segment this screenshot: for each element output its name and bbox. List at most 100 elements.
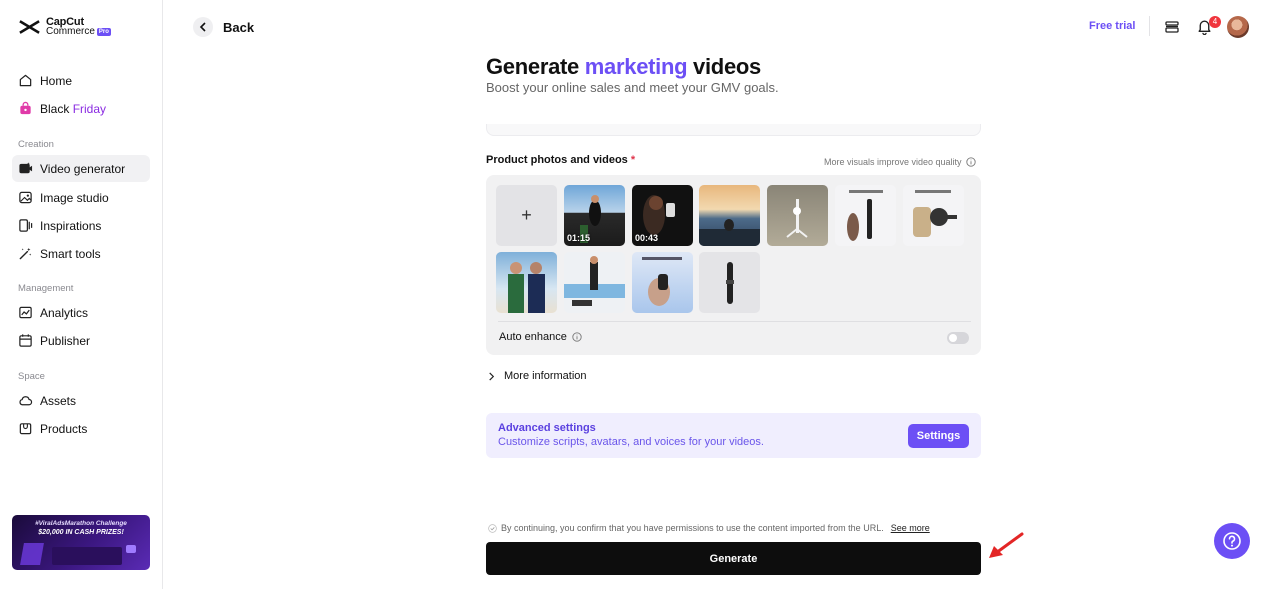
cloud-icon (19, 396, 33, 406)
analytics-icon (19, 306, 32, 319)
help-button[interactable] (1214, 523, 1250, 559)
sidebar-item-label: Black (40, 101, 73, 116)
product-media-label: Product photos and videos * (486, 154, 635, 166)
thumbnail-image (508, 262, 545, 313)
sidebar-item-label: Inspirations (40, 218, 102, 233)
image-icon (19, 191, 32, 204)
section-label-management: Management (18, 283, 74, 294)
sidebar-item-publisher[interactable]: Publisher (12, 327, 150, 354)
sidebar-item-inspirations[interactable]: Inspirations (12, 212, 150, 239)
sidebar-item-label-accent: Friday (72, 101, 107, 116)
pro-badge: Pro (96, 28, 111, 36)
sidebar-item-label: Analytics (40, 305, 89, 320)
sidebar-item-analytics[interactable]: Analytics (12, 299, 150, 326)
media-tile-image[interactable] (835, 185, 896, 246)
promo-line1: #ViralAdsMarathon Challenge (35, 520, 127, 527)
see-more-link[interactable]: See more (891, 523, 930, 533)
thumbnail-image (726, 262, 734, 304)
section-label-space: Space (18, 371, 45, 382)
products-icon (19, 423, 32, 435)
thumbnail-image (699, 219, 760, 246)
free-trial-link[interactable]: Free trial (1089, 20, 1135, 32)
settings-button[interactable]: Settings (908, 424, 969, 448)
consent-text: By continuing, you confirm that you have… (501, 523, 884, 533)
media-tile-image[interactable] (903, 185, 964, 246)
chevron-right-icon (489, 371, 495, 381)
magic-wand-icon (19, 247, 32, 260)
promo-decoration (20, 543, 44, 565)
inspirations-icon (19, 219, 33, 232)
media-tile-image[interactable] (699, 252, 760, 313)
thumbnail-image (786, 199, 808, 238)
thumbnail-image (642, 257, 682, 306)
chevron-left-icon (193, 17, 213, 37)
media-tile-image[interactable] (496, 252, 557, 313)
page-title: Generate marketing videos (486, 54, 761, 80)
title-part: videos (687, 54, 761, 79)
sidebar-item-products[interactable]: Products (12, 415, 150, 442)
scrolled-field-edge (486, 124, 981, 136)
quality-hint: More visuals improve video quality (824, 157, 976, 167)
back-label: Back (223, 19, 255, 35)
media-tile-video[interactable]: 00:43 (632, 185, 693, 246)
more-information-toggle[interactable]: More information (487, 370, 587, 382)
hint-text: More visuals improve video quality (824, 157, 962, 167)
label-text: Product photos and videos (486, 154, 628, 166)
sidebar-item-label: Image studio (40, 190, 109, 205)
media-tile-image[interactable] (632, 252, 693, 313)
sidebar-item-label: Publisher (40, 333, 91, 348)
brand-subname: Commerce (46, 26, 95, 37)
sidebar-item-label: Products (40, 421, 88, 436)
promo-banner[interactable]: #ViralAdsMarathon Challenge $20,000 IN C… (12, 515, 150, 570)
media-tile-image[interactable] (699, 185, 760, 246)
home-icon (19, 74, 32, 87)
promo-decoration (52, 547, 122, 565)
sidebar-item-black-friday[interactable]: Black Friday (12, 95, 150, 122)
media-tile-video[interactable]: 01:15 (564, 185, 625, 246)
media-tile-image[interactable] (767, 185, 828, 246)
title-part: Generate (486, 54, 585, 79)
thumbnail-image (564, 256, 625, 306)
avatar[interactable] (1227, 16, 1249, 38)
sidebar-item-image-studio[interactable]: Image studio (12, 184, 150, 211)
video-duration: 00:43 (635, 233, 659, 243)
shopping-bag-icon (20, 101, 31, 115)
layers-icon[interactable] (1164, 19, 1180, 35)
generate-button[interactable]: Generate (486, 542, 981, 575)
plus-icon: + (521, 205, 532, 225)
label-text: Auto enhance (499, 331, 567, 343)
video-generator-icon (19, 162, 33, 174)
info-icon[interactable] (965, 157, 976, 167)
media-tile-image[interactable] (564, 252, 625, 313)
sidebar-item-home[interactable]: Home (12, 67, 150, 94)
advanced-settings-title: Advanced settings (498, 422, 596, 434)
question-icon (1223, 532, 1241, 550)
page-subtitle: Boost your online sales and meet your GM… (486, 80, 779, 95)
capcut-logo-icon (19, 20, 40, 34)
video-duration: 01:15 (567, 233, 591, 243)
sidebar-item-label: Smart tools (40, 246, 101, 261)
check-icon[interactable] (488, 523, 497, 533)
thumbnail-image (847, 190, 883, 241)
panel-divider (498, 321, 971, 322)
sidebar-item-label: Home (40, 73, 73, 88)
advanced-settings-description: Customize scripts, avatars, and voices f… (498, 436, 764, 448)
info-icon[interactable] (572, 332, 582, 342)
auto-enhance-label: Auto enhance (499, 331, 582, 343)
sidebar-item-assets[interactable]: Assets (12, 387, 150, 414)
back-button[interactable]: Back (193, 17, 254, 37)
consent-notice: By continuing, you confirm that you have… (488, 523, 930, 533)
capcut-commerce-logo[interactable]: CapCut Commerce Pro (18, 17, 111, 37)
section-label-creation: Creation (18, 139, 54, 150)
header-divider (1149, 16, 1150, 36)
sidebar-item-smart-tools[interactable]: Smart tools (12, 240, 150, 267)
add-media-button[interactable]: + (496, 185, 557, 246)
auto-enhance-toggle[interactable] (947, 332, 969, 344)
notification-badge: 4 (1209, 16, 1221, 28)
promo-decoration (126, 545, 136, 553)
promo-line2: $20,000 IN CASH PRIZES! (38, 529, 124, 536)
more-info-label: More information (504, 370, 587, 382)
sidebar-item-video-generator[interactable]: Video generator (12, 155, 150, 182)
required-mark: * (630, 154, 636, 166)
title-accent: marketing (584, 54, 688, 79)
